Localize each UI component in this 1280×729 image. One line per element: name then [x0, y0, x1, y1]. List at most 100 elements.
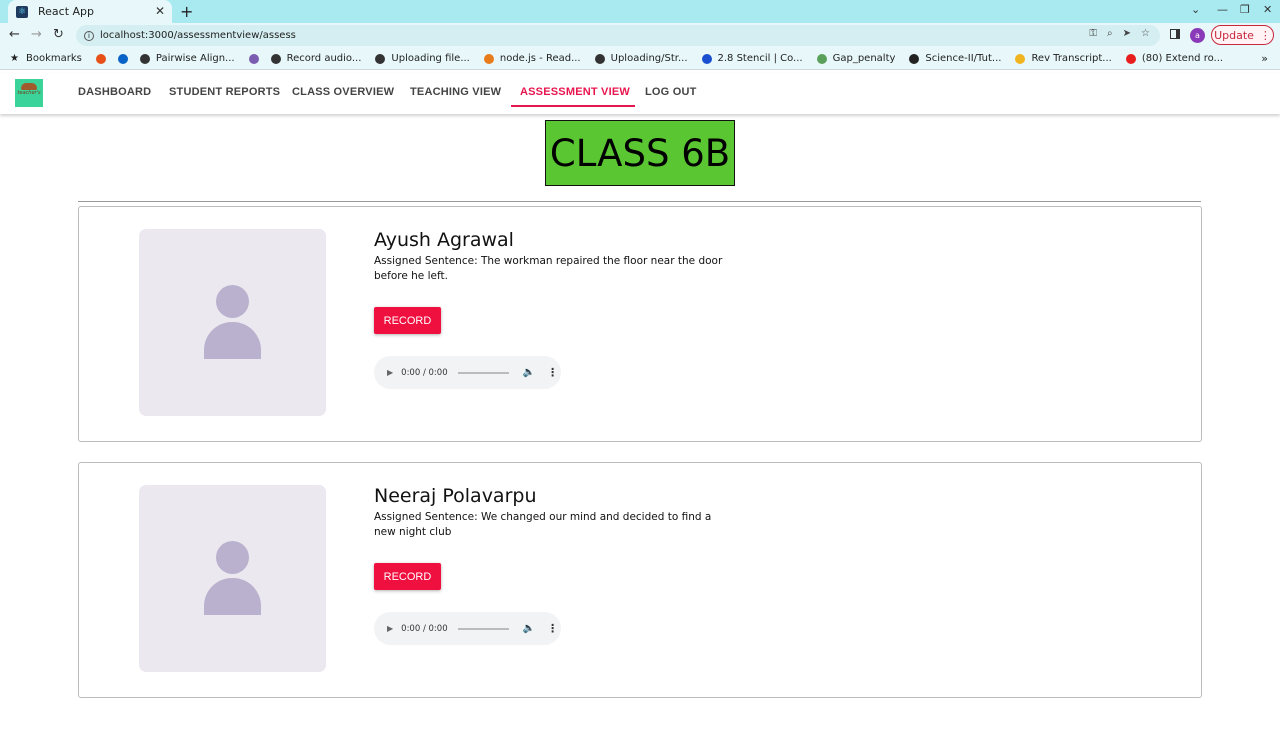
bookmark-favicon-icon — [270, 53, 281, 64]
bookmark-item[interactable]: Pairwise Align... — [139, 53, 235, 64]
audio-player[interactable]: ▶ 0:00 / 0:00 🔈 ⋮ — [374, 356, 561, 389]
audio-more-icon[interactable]: ⋮ — [547, 622, 558, 635]
volume-icon[interactable]: 🔈 — [523, 367, 535, 378]
update-button[interactable]: Update ⋮ — [1211, 25, 1274, 45]
avatar — [139, 229, 326, 416]
new-tab-icon[interactable]: + — [180, 2, 193, 21]
browser-tab-bar: ⚛ React App ✕ + ⌄ — ❐ ✕ — [0, 0, 1280, 23]
bookmark-item[interactable]: node.js - Read... — [483, 53, 581, 64]
bookmark-label: node.js - Read... — [499, 53, 581, 64]
assigned-sentence: Assigned Sentence: We changed our mind a… — [374, 511, 712, 538]
bookmark-favicon-icon — [594, 53, 605, 64]
student-name: Ayush Agrawal — [374, 229, 514, 251]
bookmark-item[interactable]: Uploading/Str... — [594, 53, 688, 64]
bookmark-label: Rev Transcript... — [1031, 53, 1112, 64]
audio-time: 0:00 / 0:00 — [401, 367, 448, 378]
bookmark-favicon-icon — [117, 53, 128, 64]
nav-class-overview[interactable]: CLASS OVERVIEW — [292, 86, 394, 98]
bookmarks-folder[interactable]: ★ Bookmarks — [10, 53, 82, 64]
bookmark-item[interactable]: Rev Transcript... — [1015, 53, 1112, 64]
app-navbar: teacher's DASHBOARD STUDENT REPORTS CLAS… — [0, 73, 1280, 114]
close-tab-icon[interactable]: ✕ — [155, 4, 165, 18]
bookmark-favicon-icon — [139, 53, 150, 64]
bookmark-item[interactable]: Record audio... — [270, 53, 362, 64]
nav-log-out[interactable]: LOG OUT — [645, 86, 697, 98]
audio-player[interactable]: ▶ 0:00 / 0:00 🔈 ⋮ — [374, 612, 561, 645]
forward-icon[interactable]: → — [31, 27, 42, 42]
record-button[interactable]: RECORD — [374, 307, 441, 334]
bookmark-label: 2.8 Stencil | Co... — [717, 53, 803, 64]
record-button[interactable]: RECORD — [374, 563, 441, 590]
key-icon[interactable]: ⚿ — [1089, 28, 1097, 39]
bookmarks-bar: ★ Bookmarks Pairwise Align... Record audio.… — [0, 48, 1280, 70]
browser-toolbar: ← → ↻ i localhost:3000/assessmentview/as… — [0, 23, 1280, 48]
audio-time: 0:00 / 0:00 — [401, 623, 448, 634]
assigned-sentence: Assigned Sentence: The workman repaired … — [374, 255, 723, 282]
more-menu-icon: ⋮ — [1259, 28, 1271, 42]
bookmark-favicon-icon — [1125, 53, 1136, 64]
divider — [78, 201, 1201, 202]
bookmark-label: Gap_penalty — [832, 53, 896, 64]
person-icon — [216, 541, 249, 574]
bookmark-favicon-icon — [816, 53, 827, 64]
bookmark-favicon-icon — [701, 53, 712, 64]
star-icon[interactable]: ☆ — [1141, 28, 1150, 39]
reload-icon[interactable]: ↻ — [53, 27, 64, 42]
bookmark-label: Record audio... — [286, 53, 362, 64]
bookmark-favicon-icon — [483, 53, 494, 64]
bookmark-favicon-icon — [375, 53, 386, 64]
student-name: Neeraj Polavarpu — [374, 485, 537, 507]
profile-avatar[interactable]: a — [1190, 28, 1205, 43]
site-info-icon[interactable]: i — [84, 30, 94, 41]
bookmark-item[interactable] — [117, 53, 134, 64]
star-icon: ★ — [10, 52, 19, 64]
nav-assessment-view[interactable]: ASSESSMENT VIEW — [520, 86, 630, 98]
side-panel-icon[interactable] — [1170, 29, 1180, 39]
student-card: Neeraj Polavarpu Assigned Sentence: We c… — [78, 462, 1202, 698]
bookmark-item[interactable]: 2.8 Stencil | Co... — [701, 53, 803, 64]
send-icon[interactable]: ➤ — [1123, 28, 1131, 39]
bookmark-favicon-icon — [909, 53, 920, 64]
bookmark-item[interactable]: Uploading file... — [375, 53, 470, 64]
active-tab-indicator — [511, 105, 635, 107]
tab-title: React App — [38, 5, 95, 18]
bookmark-label: Pairwise Align... — [155, 53, 235, 64]
restore-icon[interactable]: ❐ — [1240, 3, 1250, 16]
student-card: Ayush Agrawal Assigned Sentence: The wor… — [78, 206, 1202, 442]
bookmark-item[interactable] — [95, 53, 112, 64]
bookmark-item[interactable]: (80) Extend ro... — [1125, 53, 1224, 64]
app-logo[interactable]: teacher's — [15, 79, 43, 107]
nav-dashboard[interactable]: DASHBOARD — [78, 86, 151, 98]
react-favicon-icon: ⚛ — [16, 5, 28, 18]
nav-teaching-view[interactable]: TEACHING VIEW — [410, 86, 501, 98]
class-title: CLASS 6B — [545, 120, 735, 186]
bookmark-favicon-icon — [95, 53, 106, 64]
play-icon[interactable]: ▶ — [387, 368, 393, 377]
avatar — [139, 485, 326, 672]
window-close-icon[interactable]: ✕ — [1263, 3, 1272, 16]
bookmark-item[interactable] — [248, 53, 265, 64]
back-icon[interactable]: ← — [9, 27, 20, 42]
audio-progress-bar[interactable] — [457, 627, 509, 630]
bookmark-label: (80) Extend ro... — [1141, 53, 1224, 64]
tab-search-icon[interactable]: ⌄ — [1191, 3, 1200, 16]
play-icon[interactable]: ▶ — [387, 624, 393, 633]
address-bar[interactable]: i localhost:3000/assessmentview/assess ⚿… — [76, 25, 1160, 46]
bookmark-item[interactable]: Gap_penalty — [816, 53, 896, 64]
bookmark-item[interactable]: Science-II/Tut... — [909, 53, 1001, 64]
browser-tab[interactable]: ⚛ React App ✕ — [8, 0, 172, 23]
bookmarks-overflow-icon[interactable]: » — [1261, 52, 1268, 65]
bookmark-label: Uploading/Str... — [610, 53, 688, 64]
audio-more-icon[interactable]: ⋮ — [547, 366, 558, 379]
bookmark-label: Uploading file... — [391, 53, 470, 64]
nav-student-reports[interactable]: STUDENT REPORTS — [169, 86, 280, 98]
audio-progress-bar[interactable] — [457, 371, 509, 374]
bookmark-label: Science-II/Tut... — [925, 53, 1002, 64]
volume-icon[interactable]: 🔈 — [523, 623, 535, 634]
minimize-icon[interactable]: — — [1217, 3, 1228, 16]
zoom-icon[interactable]: ⌕ — [1107, 28, 1113, 39]
bookmark-label: Bookmarks — [26, 53, 82, 64]
bookmark-favicon-icon — [248, 53, 259, 64]
url-text[interactable]: localhost:3000/assessmentview/assess — [100, 30, 296, 41]
person-icon — [216, 285, 249, 318]
